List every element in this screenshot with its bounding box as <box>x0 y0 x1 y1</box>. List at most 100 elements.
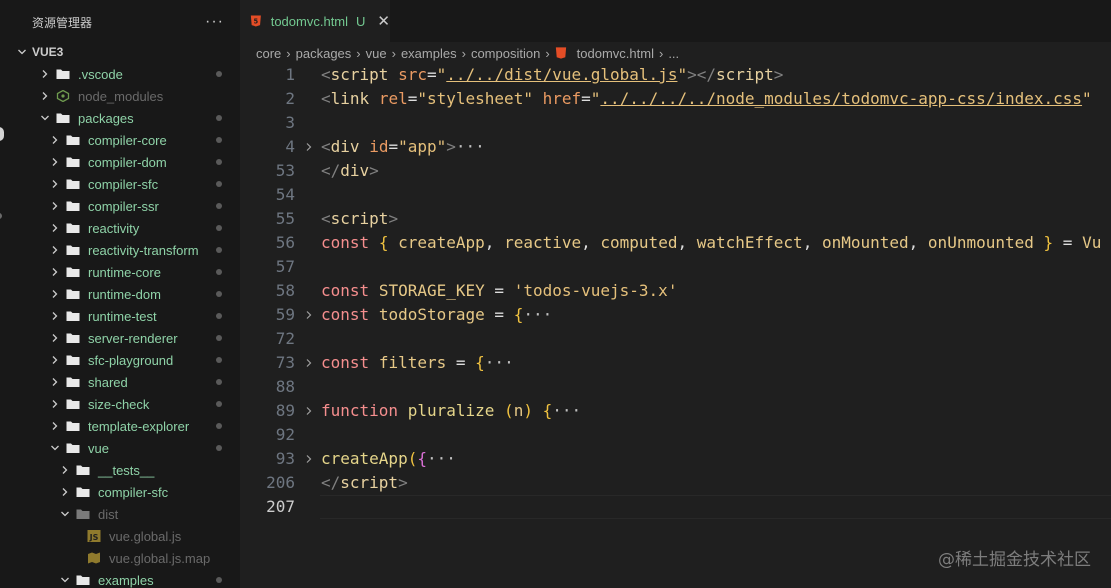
code-line[interactable]: 2 <link rel="stylesheet" href="../../../.… <box>240 87 1111 111</box>
chevron-right-icon[interactable] <box>50 327 60 349</box>
tree-item-compiler-sfc[interactable]: compiler-sfc <box>0 173 240 195</box>
chevron-right-icon[interactable] <box>50 371 60 393</box>
tree-item-compiler-sfc[interactable]: compiler-sfc <box>0 481 240 503</box>
chevron-right-icon[interactable] <box>50 195 60 217</box>
breadcrumb-item[interactable]: examples <box>401 46 457 61</box>
code-token: ../../dist/vue.global.js <box>446 65 678 84</box>
code-line[interactable]: 93 createApp({··· <box>240 447 1111 471</box>
breadcrumb-item[interactable]: core <box>256 46 281 61</box>
code-line[interactable]: 88 <box>240 375 1111 399</box>
code-token: script <box>330 209 389 228</box>
breadcrumb-item[interactable]: ... <box>668 46 679 61</box>
code-line[interactable]: 57 <box>240 255 1111 279</box>
code-line[interactable]: 73 const filters = {··· <box>240 351 1111 375</box>
chevron-right-icon[interactable] <box>50 239 60 261</box>
code-token: id <box>369 137 389 156</box>
chevron-right-icon[interactable] <box>50 173 60 195</box>
code-editor[interactable]: 1 <script src="../../dist/vue.global.js">… <box>240 63 1111 519</box>
tree-item-reactivity[interactable]: reactivity <box>0 217 240 239</box>
code-line[interactable]: 207 <box>240 495 1111 519</box>
chevron-right-icon[interactable] <box>50 217 60 239</box>
chevron-down-icon[interactable] <box>17 41 27 63</box>
breadcrumb-separator-icon: › <box>286 45 291 61</box>
code-line[interactable]: 55 <script> <box>240 207 1111 231</box>
tree-item-examples[interactable]: examples <box>0 569 240 588</box>
tree-item-vscode[interactable]: .vscode <box>0 63 240 85</box>
tree-item-vue3[interactable]: VUE3 <box>0 41 240 63</box>
tree-item-shared[interactable]: shared <box>0 371 240 393</box>
tree-item-template-explorer[interactable]: template-explorer <box>0 415 240 437</box>
folder-icon <box>76 481 90 503</box>
code-line[interactable]: 56 const { createApp, reactive, computed,… <box>240 231 1111 255</box>
chevron-right-icon[interactable] <box>50 305 60 327</box>
code-line[interactable]: 92 <box>240 423 1111 447</box>
code-token: </ <box>321 473 341 492</box>
fold-chevron-icon[interactable] <box>304 358 314 368</box>
close-icon[interactable]: ✕ <box>377 12 390 30</box>
tree-item-compiler-dom[interactable]: compiler-dom <box>0 151 240 173</box>
chevron-right-icon[interactable] <box>40 63 50 85</box>
chevron-right-icon[interactable] <box>50 415 60 437</box>
code-line[interactable]: 58 const STORAGE_KEY = 'todos-vuejs-3.x' <box>240 279 1111 303</box>
code-line[interactable]: 72 <box>240 327 1111 351</box>
chevron-right-icon[interactable] <box>50 349 60 371</box>
tree-item-dist[interactable]: dist <box>0 503 240 525</box>
folder-icon <box>56 63 70 85</box>
tree-item-label: size-check <box>88 396 150 412</box>
tree-item-vue[interactable]: vue <box>0 437 240 459</box>
tree-item-tests[interactable]: __tests__ <box>0 459 240 481</box>
tree-item-reactivity-transform[interactable]: reactivity-transform <box>0 239 240 261</box>
breadcrumb-item[interactable]: vue <box>366 46 387 61</box>
chevron-down-icon[interactable] <box>40 107 50 129</box>
code-line[interactable]: 54 <box>240 183 1111 207</box>
code-line[interactable]: 89 function pluralize (n) {··· <box>240 399 1111 423</box>
folder-icon <box>66 195 80 217</box>
chevron-right-icon[interactable] <box>60 481 70 503</box>
tree-item-packages[interactable]: packages <box>0 107 240 129</box>
more-actions-icon[interactable]: ··· <box>205 13 224 31</box>
tree-item-runtime-core[interactable]: runtime-core <box>0 261 240 283</box>
code-line[interactable]: 4 <div id="app">··· <box>240 135 1111 159</box>
tree-item-runtime-dom[interactable]: runtime-dom <box>0 283 240 305</box>
git-status-dot <box>216 71 222 77</box>
breadcrumb-item[interactable]: packages <box>296 46 352 61</box>
code-token: onUnmounted <box>927 233 1034 252</box>
code-token: ( <box>504 401 514 420</box>
code-line[interactable]: 1 <script src="../../dist/vue.global.js">… <box>240 63 1111 87</box>
chevron-right-icon[interactable] <box>50 393 60 415</box>
breadcrumb-item[interactable]: composition <box>471 46 540 61</box>
chevron-right-icon[interactable] <box>40 85 50 107</box>
breadcrumb-item[interactable]: todomvc.html <box>577 46 654 61</box>
fold-chevron-icon[interactable] <box>304 406 314 416</box>
folder-icon <box>66 371 80 393</box>
tree-item-node-modules[interactable]: node_modules <box>0 85 240 107</box>
tree-item-sfc-playground[interactable]: sfc-playground <box>0 349 240 371</box>
code-line[interactable]: 3 <box>240 111 1111 135</box>
tree-item-size-check[interactable]: size-check <box>0 393 240 415</box>
chevron-down-icon[interactable] <box>60 569 70 588</box>
chevron-down-icon[interactable] <box>60 503 70 525</box>
chevron-down-icon[interactable] <box>50 437 60 459</box>
chevron-right-icon[interactable] <box>50 283 60 305</box>
tree-item-compiler-core[interactable]: compiler-core <box>0 129 240 151</box>
tree-item-compiler-ssr[interactable]: compiler-ssr <box>0 195 240 217</box>
chevron-right-icon[interactable] <box>50 151 60 173</box>
tab-todomvc[interactable]: 5 todomvc.html U ✕ <box>240 0 390 42</box>
fold-chevron-icon[interactable] <box>304 310 314 320</box>
code-text: function pluralize (n) {··· <box>321 399 581 423</box>
code-line[interactable]: 59 const todoStorage = {··· <box>240 303 1111 327</box>
tree-item-vue-global-js-map[interactable]: vue.global.js.map <box>0 547 240 569</box>
code-token: watchEffect <box>696 233 803 252</box>
chevron-right-icon[interactable] <box>60 459 70 481</box>
tree-item-runtime-test[interactable]: runtime-test <box>0 305 240 327</box>
code-line[interactable]: 206 </script> <box>240 471 1111 495</box>
fold-chevron-icon[interactable] <box>304 142 314 152</box>
chevron-right-icon[interactable] <box>50 261 60 283</box>
tree-item-server-renderer[interactable]: server-renderer <box>0 327 240 349</box>
fold-chevron-icon[interactable] <box>304 454 314 464</box>
code-line[interactable]: 53 </div> <box>240 159 1111 183</box>
tree-item-vue-global-js[interactable]: JS vue.global.js <box>0 525 240 547</box>
chevron-right-icon[interactable] <box>50 129 60 151</box>
